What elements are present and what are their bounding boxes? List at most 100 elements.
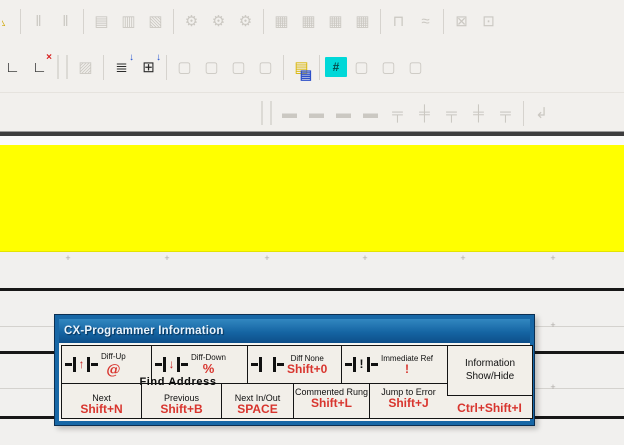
watch-window-icon[interactable]: ▤ ▤ — [289, 55, 314, 81]
next-shortcut: Shift+N — [80, 402, 123, 417]
contact-immediate-ref-icon: ! — [345, 356, 378, 373]
highlighted-rung[interactable] — [0, 145, 624, 252]
splitter-lower-strip — [0, 136, 624, 145]
grid-mark: + — [164, 253, 170, 264]
pause-icon[interactable]: ‖ — [53, 9, 78, 34]
dialog-titlebar[interactable]: CX-Programmer Information — [59, 319, 530, 343]
toolbar-separator — [380, 8, 381, 34]
shortcut-cell-commented-rung: Commented Rung Shift+L — [294, 384, 370, 418]
shortcut-cell-jump-to-error: Jump to Error Shift+J — [370, 384, 447, 418]
stack-transfer-icon[interactable]: ≣ ↓ — [109, 52, 134, 80]
dialog-content: ↑ Diff-Up @ ↓ Diff-Down % Diff None Shif… — [59, 343, 533, 421]
grid-mark: + — [362, 253, 368, 264]
ladder-symbol-icon-5[interactable]: ╤ — [493, 101, 518, 126]
immediate-ref-shortcut: ! — [405, 361, 410, 376]
grid-mark: + — [65, 253, 71, 264]
check-program-icon[interactable]: ▢ — [403, 55, 428, 80]
cancel-monitor-icon[interactable]: ▢ — [376, 55, 401, 80]
toolbar-separator — [283, 54, 284, 80]
address-grid-icon[interactable]: ⊞ ↓ — [136, 52, 161, 80]
grid-mark: + — [460, 253, 466, 264]
ladder-symbol-icon-3[interactable]: ╤ — [439, 101, 464, 126]
contact-diff-up-icon: ↑ — [65, 356, 98, 373]
contact-diff-none-icon — [251, 356, 284, 373]
toolbar-separator — [443, 8, 444, 34]
monitor-panel-alt-icon[interactable]: ▦ — [350, 9, 375, 34]
diff-up-label: Diff-Up — [101, 352, 126, 362]
toolbar-separator — [263, 8, 264, 34]
monitor-panel-icon[interactable]: ▦ — [323, 9, 348, 34]
delete-ladder-line-icon[interactable]: ∟ × — [27, 52, 52, 80]
force-on-icon[interactable]: ▢ — [172, 55, 197, 80]
diff-none-shortcut: Shift+0 — [287, 361, 328, 376]
io-table-icon[interactable]: ▦ — [269, 9, 294, 34]
toolbar-grip — [57, 55, 68, 79]
differential-monitor-icon[interactable]: ▢ — [349, 55, 374, 80]
ladder-symbol-icon-1[interactable]: ╤ — [385, 101, 410, 126]
dialog-title: CX-Programmer Information — [64, 325, 224, 337]
rung-divider — [0, 288, 624, 291]
shortcut-cell-information: Information Show/Hide — [447, 346, 532, 396]
toolbar-row-diagram: ∟ ∟ × ▨ ≣ ↓ ⊞ ↓ ▢ ▢ ▢ ▢ ▤ ▤ # ▢ ▢ ▢ — [0, 50, 428, 84]
toolbar-row-symbols: ▬ ▬ ▬ ▬ ╤ ╪ ╤ ╪ ╤ ↲ — [0, 96, 554, 130]
online-edit-icon[interactable]: ⚙ — [179, 9, 204, 34]
shortcut-cell-previous: Previous Shift+B — [142, 384, 222, 418]
grid-mark: + — [550, 253, 556, 264]
toolbar-separator — [20, 8, 21, 34]
rung-block-icon-3[interactable]: ▬ — [331, 101, 356, 126]
force-off-icon[interactable]: ▢ — [199, 55, 224, 80]
previous-shortcut: Shift+B — [160, 402, 203, 417]
download-to-plc-icon[interactable]: ▤ — [89, 9, 114, 34]
rung-block-icon-1[interactable]: ▬ — [277, 101, 302, 126]
diff-down-shortcut: % — [202, 361, 215, 377]
toolbar-separator — [319, 54, 320, 80]
shortcut-cell-next: Next Shift+N — [62, 384, 142, 418]
pause-monitor-icon[interactable]: ‖ — [26, 9, 51, 34]
table-border-line — [62, 383, 447, 384]
toolbar-grip — [261, 101, 272, 125]
information-label-line1: Information — [464, 358, 516, 369]
rung-block-icon-2[interactable]: ▬ — [304, 101, 329, 126]
send-changes-icon[interactable]: ⚙ — [206, 9, 231, 34]
set-value-icon[interactable]: ▢ — [253, 55, 278, 80]
contact-diff-down-icon: ↓ — [155, 356, 188, 373]
release-online-edit-icon[interactable]: ⚙ — [233, 9, 258, 34]
shortcut-cell-information-toggle: Ctrl+Shift+I — [447, 397, 532, 418]
grid-mark: + — [550, 320, 556, 331]
step-signal-icon[interactable]: ⊓ — [386, 9, 411, 34]
shortcut-table: ↑ Diff-Up @ ↓ Diff-Down % Diff None Shif… — [61, 345, 533, 419]
force-cancel-icon[interactable]: ▢ — [226, 55, 251, 80]
monitor-hex-icon[interactable]: # — [325, 57, 347, 77]
return-wire-icon[interactable]: ↲ — [529, 101, 554, 126]
cx-programmer-window: ⚠‖‖▤▥▧⚙⚙⚙▦▦▦▦⊓≈⊠⊡ ∟∟×▨≣↓⊞↓▢▢▢▢▤▤#▢▢▢ ▬▬▬… — [0, 0, 624, 445]
project-warning-icon[interactable]: ⚠ — [2, 9, 15, 34]
paste-rung-icon[interactable]: ▨ — [73, 55, 98, 80]
toolbar-separator — [523, 100, 524, 126]
toolbar-row-standard: ⚠‖‖▤▥▧⚙⚙⚙▦▦▦▦⊓≈⊠⊡ — [0, 4, 501, 38]
shortcut-cell-next-in-out: Next In/Out SPACE — [222, 384, 294, 418]
io-table-clear-icon[interactable]: ▦ — [296, 9, 321, 34]
information-label-line2: Show/Hide — [465, 370, 515, 382]
jump-to-error-shortcut: Shift+J — [388, 396, 429, 411]
lock-icon[interactable]: ⊠ — [449, 9, 474, 34]
ladder-symbol-icon-4[interactable]: ╪ — [466, 101, 491, 126]
unlock-icon[interactable]: ⊡ — [476, 9, 501, 34]
commented-rung-shortcut: Shift+L — [311, 396, 352, 411]
ladder-symbol-icon-2[interactable]: ╪ — [412, 101, 437, 126]
time-chart-icon[interactable]: ≈ — [413, 9, 438, 34]
rung-block-icon-4[interactable]: ▬ — [358, 101, 383, 126]
information-shortcut: Ctrl+Shift+I — [457, 400, 522, 415]
toolbar-separator — [166, 54, 167, 80]
shortcut-cell-immediate-ref: ! Immediate Ref ! — [342, 346, 447, 383]
new-ladder-line-icon[interactable]: ∟ — [0, 55, 25, 80]
upload-from-plc-icon[interactable]: ▥ — [116, 9, 141, 34]
compare-with-plc-icon[interactable]: ▧ — [143, 9, 168, 34]
grid-mark: + — [264, 253, 270, 264]
toolbar-separator — [83, 8, 84, 34]
cx-programmer-information-dialog: CX-Programmer Information ↑ Diff-Up @ ↓ — [54, 314, 535, 426]
toolbar-divider-line — [0, 92, 624, 93]
grid-mark: + — [550, 382, 556, 393]
find-address-header: Find Address — [139, 376, 217, 388]
toolbar-separator — [173, 8, 174, 34]
toolbar-separator — [103, 54, 104, 80]
